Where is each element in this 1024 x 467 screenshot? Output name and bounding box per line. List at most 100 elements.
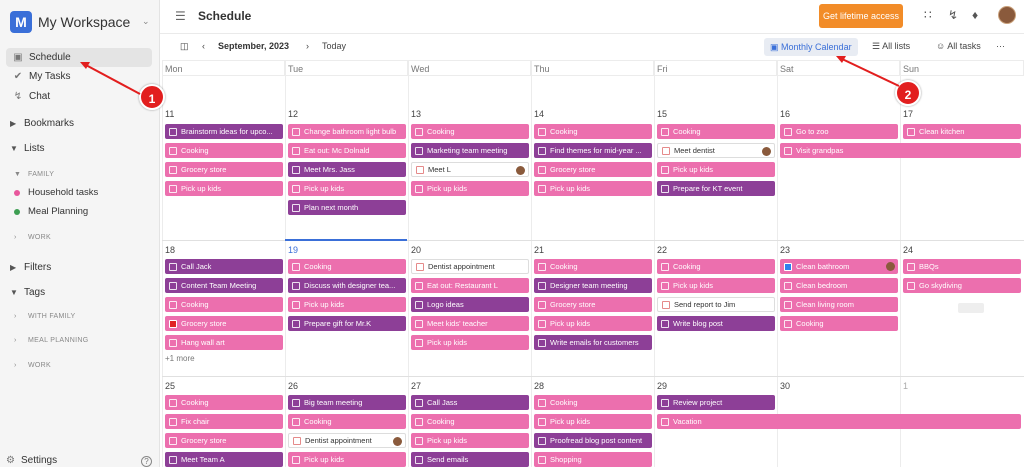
event-chip[interactable]: Pick up kids [534,316,652,331]
list-group-work[interactable]: › WORK [14,234,51,241]
event-chip[interactable]: BBQs [903,259,1021,274]
event-chip[interactable]: Logo ideas [411,297,529,312]
day-number[interactable]: 28 [534,381,544,391]
event-chip[interactable]: Grocery store [165,316,283,331]
task-checkbox[interactable] [169,165,177,174]
all-lists-button[interactable]: ☰ All lists [872,41,910,52]
event-chip[interactable]: Meet dentist [657,143,775,158]
chevron-down-icon[interactable]: ⌄ [142,16,150,27]
task-checkbox[interactable] [415,146,423,155]
get-lifetime-access-button[interactable]: Get lifetime access [819,4,903,28]
task-checkbox[interactable] [292,203,300,212]
event-chip[interactable]: Go skydiving [903,278,1021,293]
event-chip[interactable]: Cooking [657,124,775,139]
task-checkbox[interactable] [538,319,546,328]
event-chip[interactable]: Content Team Meeting [165,278,283,293]
event-chip[interactable]: Cooking [780,316,898,331]
task-checkbox[interactable] [907,262,915,271]
lightning-icon[interactable]: ↯ [948,8,958,22]
day-number[interactable]: 27 [411,381,421,391]
day-number[interactable]: 20 [411,245,421,255]
event-chip[interactable]: Pick up kids [411,335,529,350]
day-number[interactable]: 24 [903,245,913,255]
event-chip[interactable]: Pick up kids [657,278,775,293]
list-item-household-tasks[interactable]: Household tasks [14,187,98,198]
task-checkbox[interactable] [784,262,792,271]
event-chip[interactable]: Clean bedroom [780,278,898,293]
task-checkbox[interactable] [784,146,792,155]
workspace-switcher[interactable]: M My Workspace [10,11,130,33]
event-chip[interactable]: Grocery store [165,433,283,448]
day-number[interactable]: 19 [288,245,298,255]
event-chip[interactable]: Pick up kids [534,414,652,429]
event-chip[interactable]: Cooking [288,259,406,274]
task-checkbox[interactable] [415,300,423,309]
task-checkbox[interactable] [784,281,792,290]
event-chip[interactable]: Cooking [657,259,775,274]
event-chip[interactable]: Pick up kids [534,181,652,196]
event-chip[interactable]: Dentist appointment [288,433,406,448]
event-chip[interactable]: Cooking [534,124,652,139]
task-checkbox[interactable] [538,455,546,464]
task-checkbox[interactable] [661,319,669,328]
sidebar-section-lists[interactable]: ▼ Lists [10,143,45,154]
event-chip[interactable]: Grocery store [534,297,652,312]
event-chip[interactable]: Prepare for KT event [657,181,775,196]
event-chip[interactable]: Pick up kids [288,297,406,312]
task-checkbox[interactable] [661,262,669,271]
sidebar-section-bookmarks[interactable]: ▶ Bookmarks [10,118,74,129]
tag-group-with-family[interactable]: › WITH FAMILY [14,313,76,320]
event-chip[interactable]: Pick up kids [657,162,775,177]
task-checkbox[interactable] [169,398,177,407]
event-chip[interactable]: Cooking [411,414,529,429]
task-checkbox[interactable] [415,127,423,136]
event-chip[interactable]: Designer team meeting [534,278,652,293]
task-checkbox[interactable] [169,455,177,464]
event-chip[interactable]: Clean bathroom [780,259,898,274]
day-number[interactable]: 12 [288,109,298,119]
event-chip[interactable]: Pick up kids [411,433,529,448]
event-chip[interactable]: Meet Mrs. Jass [288,162,406,177]
more-events-link[interactable]: +1 more [165,354,195,363]
help-icon[interactable]: ? [141,456,152,467]
event-chip[interactable]: Meet L [411,162,529,177]
task-checkbox[interactable] [415,436,423,445]
task-checkbox[interactable] [538,398,546,407]
task-checkbox[interactable] [292,455,300,464]
task-checkbox[interactable] [907,281,915,290]
event-chip[interactable]: Cooking [165,395,283,410]
event-chip[interactable]: Write emails for customers [534,335,652,350]
day-number[interactable]: 30 [780,381,790,391]
event-chip[interactable]: Cooking [165,143,283,158]
task-checkbox[interactable] [538,127,546,136]
task-checkbox[interactable] [661,281,669,290]
task-checkbox[interactable] [538,436,546,445]
event-chip[interactable]: Proofread blog post content [534,433,652,448]
event-chip[interactable]: Visit grandpas [780,143,1021,158]
task-checkbox[interactable] [292,262,300,271]
event-chip[interactable]: Clean kitchen [903,124,1021,139]
task-checkbox[interactable] [538,338,546,347]
sidebar-item-chat[interactable]: ↯ Chat [6,87,152,106]
tag-group-meal-planning[interactable]: › MEAL PLANNING [14,337,88,344]
avatar[interactable] [998,6,1016,24]
task-checkbox[interactable] [661,184,669,193]
task-checkbox[interactable] [292,417,300,426]
task-checkbox[interactable] [661,417,669,426]
sidebar-section-tags[interactable]: ▼ Tags [10,287,45,298]
settings-button[interactable]: ⚙ Settings [6,455,57,466]
event-chip[interactable]: Call Jass [411,395,529,410]
task-checkbox[interactable] [662,300,670,309]
event-chip[interactable]: Clean living room [780,297,898,312]
task-checkbox[interactable] [292,281,300,290]
event-chip[interactable]: Go to zoo [780,124,898,139]
next-month-button[interactable]: › [306,41,309,51]
task-checkbox[interactable] [538,417,546,426]
event-chip[interactable]: Shopping [534,452,652,467]
task-checkbox[interactable] [169,436,177,445]
event-chip[interactable]: Fix chair [165,414,283,429]
hamburger-menu-icon[interactable]: ☰ [175,9,186,23]
event-chip[interactable]: Send emails [411,452,529,467]
task-checkbox[interactable] [169,338,177,347]
day-number[interactable]: 15 [657,109,667,119]
